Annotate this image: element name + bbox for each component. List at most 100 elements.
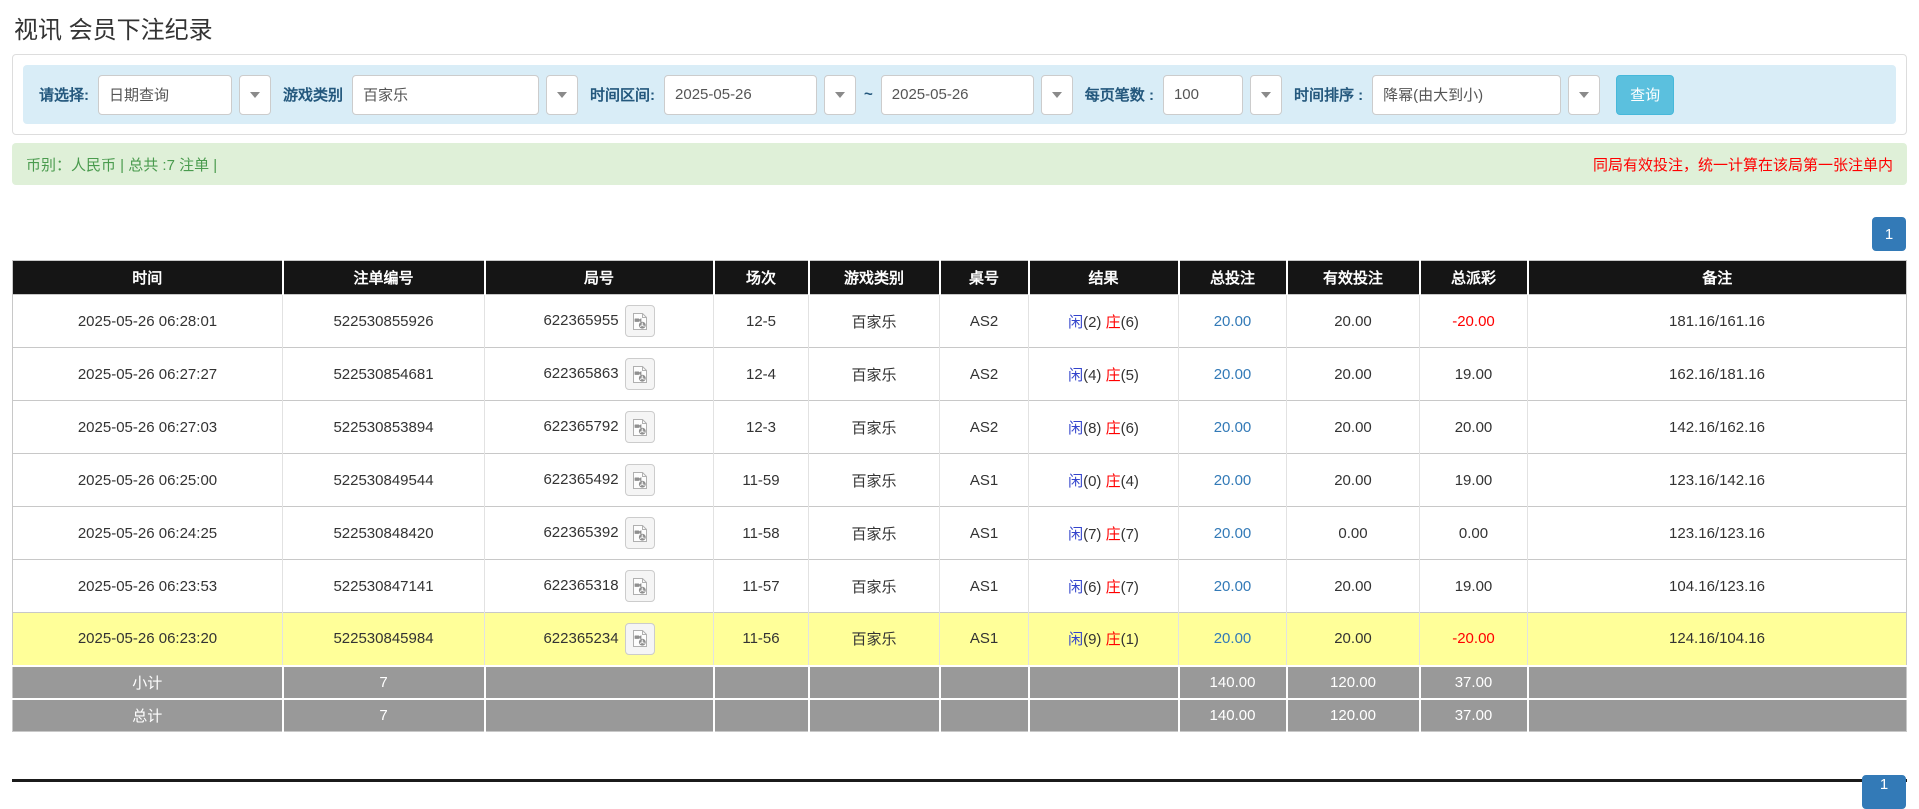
grand-total-empty-cell [940, 699, 1029, 732]
video-replay-button[interactable] [625, 623, 655, 655]
cell-valid-bet: 20.00 [1287, 613, 1420, 666]
chevron-down-icon [1579, 92, 1589, 98]
banker-result: 庄 [1106, 420, 1121, 437]
date-from-caret-button[interactable] [824, 75, 856, 115]
subtotal-empty-cell [1528, 666, 1907, 699]
cell-session: 12-3 [714, 401, 809, 454]
game-type-dropdown[interactable]: 百家乐 [352, 75, 539, 115]
column-header: 时间 [13, 261, 283, 295]
cell-game-type: 百家乐 [809, 454, 940, 507]
select-type-caret-button[interactable] [239, 75, 271, 115]
round-no-text: 622365318 [543, 577, 618, 594]
cell-payout: 0.00 [1420, 507, 1528, 560]
cell-remark: 123.16/142.16 [1528, 454, 1907, 507]
page-1-button-bottom[interactable]: 1 [1862, 775, 1906, 809]
video-replay-button[interactable] [625, 570, 655, 602]
cell-order-no: 522530848420 [283, 507, 485, 560]
video-replay-button[interactable] [625, 464, 655, 496]
round-no-text: 622365792 [543, 418, 618, 435]
filter-bar: 请选择: 日期查询 游戏类别 百家乐 时间区间: 2025-05-26 ~ 20… [23, 65, 1896, 124]
grand-total-label: 总计 [13, 699, 283, 732]
chevron-down-icon [835, 92, 845, 98]
video-replay-button[interactable] [625, 358, 655, 390]
date-to-caret-button[interactable] [1041, 75, 1073, 115]
cell-payout: -20.00 [1420, 295, 1528, 348]
cell-order-no: 522530847141 [283, 560, 485, 613]
subtotal-row: 小计7140.00120.0037.00 [13, 666, 1907, 699]
subtotal-total-bet: 140.00 [1179, 666, 1287, 699]
video-replay-button[interactable] [625, 411, 655, 443]
cell-order-no: 522530849544 [283, 454, 485, 507]
cell-round-no: 622365792 [485, 401, 714, 454]
total-bet-link[interactable]: 20.00 [1214, 578, 1252, 595]
cell-time: 2025-05-26 06:28:01 [13, 295, 283, 348]
cell-remark: 123.16/123.16 [1528, 507, 1907, 560]
grand-total-row: 总计7140.00120.0037.00 [13, 699, 1907, 732]
banker-result: 庄 [1106, 631, 1121, 648]
column-header: 场次 [714, 261, 809, 295]
date-to-input[interactable]: 2025-05-26 [881, 75, 1034, 115]
page-size-caret-button[interactable] [1250, 75, 1282, 115]
cell-order-no: 522530853894 [283, 401, 485, 454]
subtotal-empty-cell [809, 666, 940, 699]
cell-order-no: 522530845984 [283, 613, 485, 666]
cell-valid-bet: 20.00 [1287, 348, 1420, 401]
cell-valid-bet: 20.00 [1287, 560, 1420, 613]
cell-round-no: 622365492 [485, 454, 714, 507]
total-bet-link[interactable]: 20.00 [1214, 525, 1252, 542]
cell-result: 闲(4) 庄(5) [1029, 348, 1179, 401]
cell-game-type: 百家乐 [809, 348, 940, 401]
pagination-top: 1 [13, 217, 1906, 251]
cell-game-type: 百家乐 [809, 507, 940, 560]
table-row: 2025-05-26 06:24:25522530848420622365392… [13, 507, 1907, 560]
video-file-icon [631, 629, 649, 648]
table-header-row: 时间注单编号局号场次游戏类别桌号结果总投注有效投注总派彩备注 [13, 261, 1907, 295]
cell-time: 2025-05-26 06:27:03 [13, 401, 283, 454]
total-bet-link[interactable]: 20.00 [1214, 630, 1252, 647]
video-replay-button[interactable] [625, 305, 655, 337]
page-size-dropdown[interactable]: 100 [1163, 75, 1243, 115]
cell-valid-bet: 0.00 [1287, 507, 1420, 560]
cell-remark: 142.16/162.16 [1528, 401, 1907, 454]
cell-total-bet: 20.00 [1179, 401, 1287, 454]
cell-round-no: 622365392 [485, 507, 714, 560]
video-replay-button[interactable] [625, 517, 655, 549]
table-footer: 小计7140.00120.0037.00总计7140.00120.0037.00 [13, 666, 1907, 732]
game-type-caret-button[interactable] [546, 75, 578, 115]
player-result: 闲 [1068, 579, 1083, 596]
table-row: 2025-05-26 06:27:03522530853894 622365792… [13, 401, 1907, 454]
cell-game-type: 百家乐 [809, 295, 940, 348]
column-header: 游戏类别 [809, 261, 940, 295]
page-1-button[interactable]: 1 [1872, 217, 1906, 251]
total-bet-link[interactable]: 20.00 [1214, 419, 1252, 436]
cell-table-no: AS1 [940, 507, 1029, 560]
filter-panel: 请选择: 日期查询 游戏类别 百家乐 时间区间: 2025-05-26 ~ 20… [12, 54, 1907, 135]
cell-result: 闲(0) 庄(4) [1029, 454, 1179, 507]
column-header: 结果 [1029, 261, 1179, 295]
video-file-icon [631, 418, 649, 437]
player-result: 闲 [1068, 314, 1083, 331]
sort-order-caret-button[interactable] [1568, 75, 1600, 115]
total-bet-link[interactable]: 20.00 [1214, 366, 1252, 383]
column-header: 总派彩 [1420, 261, 1528, 295]
sort-order-dropdown[interactable]: 降幂(由大到小) [1372, 75, 1561, 115]
table-row: 2025-05-26 06:23:20522530845984622365234… [13, 613, 1907, 666]
video-file-icon [631, 577, 649, 596]
date-from-input[interactable]: 2025-05-26 [664, 75, 817, 115]
player-result: 闲 [1068, 631, 1083, 648]
sort-order-label: 时间排序 : [1294, 84, 1363, 105]
subtotal-valid-bet: 120.00 [1287, 666, 1420, 699]
page-size-label: 每页笔数 : [1085, 84, 1154, 105]
cell-order-no: 522530855926 [283, 295, 485, 348]
total-bet-link[interactable]: 20.00 [1214, 472, 1252, 489]
cell-table-no: AS2 [940, 401, 1029, 454]
cell-session: 12-5 [714, 295, 809, 348]
select-type-dropdown[interactable]: 日期查询 [98, 75, 232, 115]
cell-valid-bet: 20.00 [1287, 454, 1420, 507]
chevron-down-icon [1261, 92, 1271, 98]
chevron-down-icon [557, 92, 567, 98]
round-no-text: 622365863 [543, 365, 618, 382]
total-bet-link[interactable]: 20.00 [1214, 313, 1252, 330]
video-file-icon [631, 365, 649, 384]
search-button[interactable]: 查询 [1616, 75, 1674, 115]
